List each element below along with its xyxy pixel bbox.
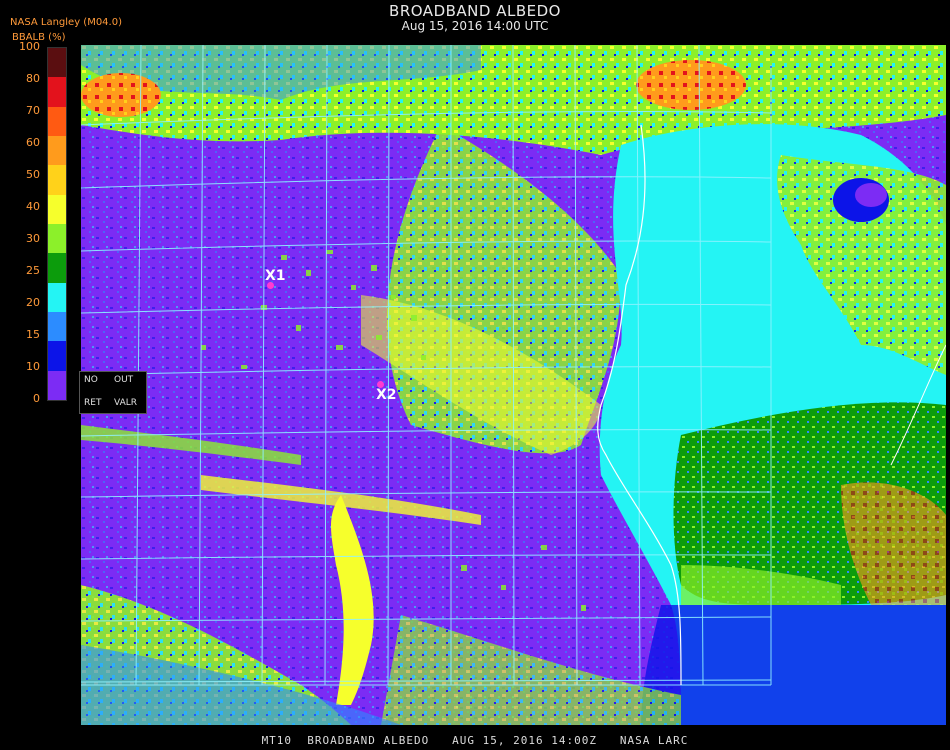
color-scale-tick-label: 30 (26, 232, 40, 245)
albedo-map (81, 45, 946, 725)
ret-label: RET (84, 398, 102, 408)
marker-x1-label: X1 (265, 268, 286, 284)
color-scale-tick-label: 40 (26, 200, 40, 213)
color-scale-tick-label: 10 (26, 360, 40, 373)
map-timestamp: Aug 15, 2016 14:00 UTC (401, 19, 549, 33)
color-scale-segment (48, 136, 66, 166)
color-scale-segment (48, 224, 66, 254)
albedo-map-image (81, 45, 946, 725)
color-scale-tick-label: 100 (19, 40, 40, 53)
color-scale-segment (48, 77, 66, 107)
color-scale-segment (48, 312, 66, 342)
color-scale-tick-label: 60 (26, 136, 40, 149)
color-scale-segment (48, 165, 66, 195)
no-label: NO (84, 375, 98, 385)
color-scale-segment (48, 341, 66, 371)
map-title: BROADBAND ALBEDO (389, 2, 561, 20)
color-scale-segment (48, 282, 66, 312)
color-scale-segment (48, 194, 66, 224)
color-scale-segment (48, 253, 66, 283)
color-scale-tick-label: 70 (26, 104, 40, 117)
color-scale-tick-label: 50 (26, 168, 40, 181)
org-label: NASA Langley (M04.0) (10, 17, 122, 28)
color-scale-tick-label: 25 (26, 264, 40, 277)
color-scale-tick-label: 0 (33, 392, 40, 405)
footer-caption: MT10 BROADBAND ALBEDO AUG 15, 2016 14:00… (261, 734, 689, 747)
retrieval-legend-box: NO OUT RET VALR (79, 371, 147, 414)
valr-label: VALR (114, 398, 138, 408)
color-scale-tick-label: 20 (26, 296, 40, 309)
color-scale-bar (47, 47, 67, 401)
color-scale-tick-label: 15 (26, 328, 40, 341)
marker-x2-label: X2 (376, 387, 397, 403)
out-label: OUT (114, 375, 134, 385)
color-scale-segment (48, 48, 66, 78)
color-scale-tick-label: 80 (26, 72, 40, 85)
color-scale-segment (48, 106, 66, 136)
color-scale-segment (48, 370, 66, 400)
